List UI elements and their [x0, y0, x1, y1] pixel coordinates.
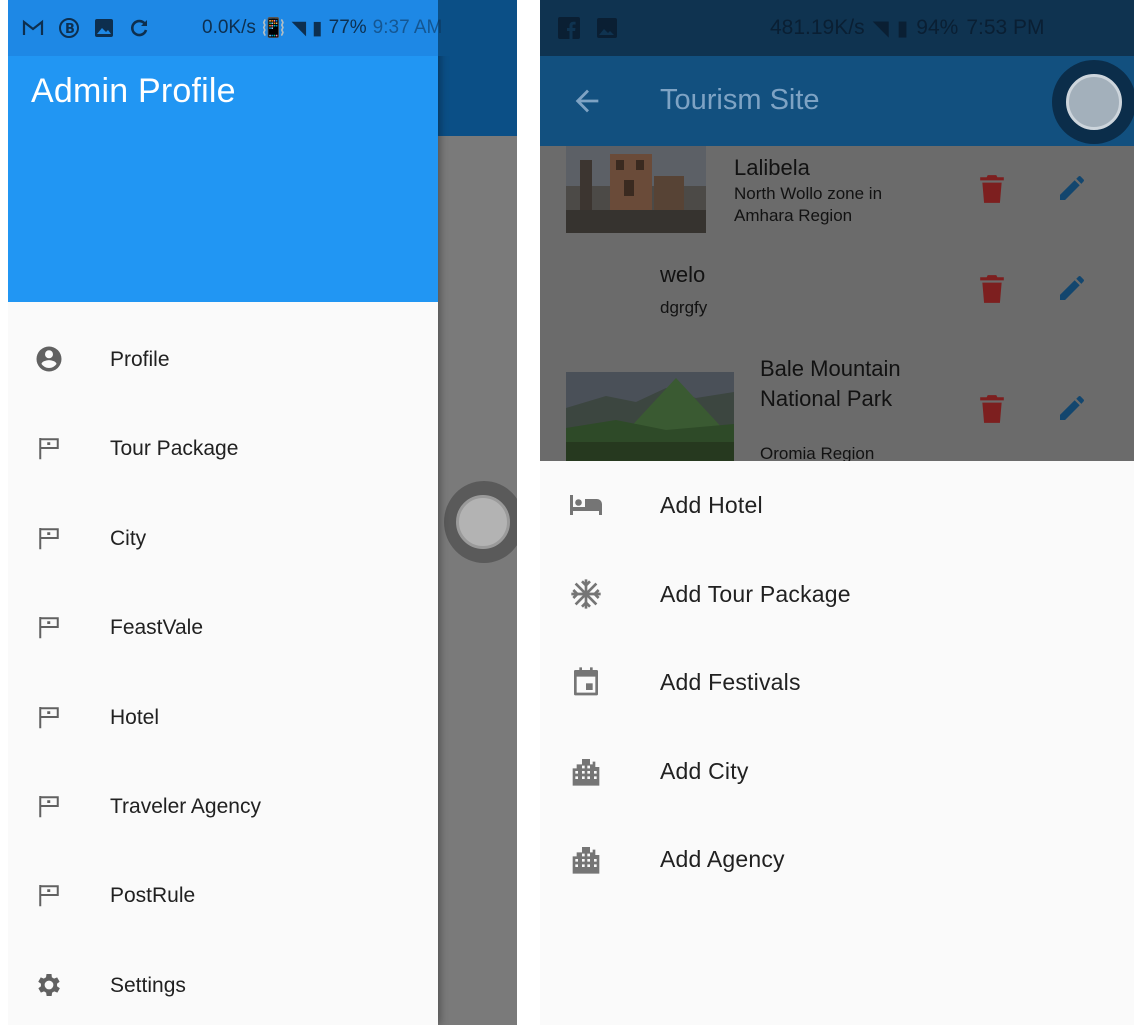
hotel-bed-icon — [570, 495, 602, 515]
add-festivals-item[interactable]: Add Festivals — [540, 638, 1134, 727]
battery-level: 94% — [916, 16, 959, 39]
battery-level: 77% — [328, 17, 367, 38]
scrim-appbar[interactable] — [438, 56, 517, 136]
drawer-item-label: Hotel — [110, 705, 160, 729]
floating-action-button[interactable] — [1052, 60, 1134, 144]
edit-icon[interactable] — [1056, 272, 1088, 304]
network-speed: 0.0K/s — [202, 17, 256, 38]
delete-icon[interactable] — [979, 174, 1005, 204]
app-bar: Tourism Site — [540, 56, 1134, 146]
list-item[interactable]: Bale Mountain National Park Oromia Regio… — [540, 354, 1134, 461]
drawer-item-label: City — [110, 526, 147, 550]
add-city-item[interactable]: Add City — [540, 727, 1134, 816]
vibrate-icon: 📳 — [261, 18, 286, 39]
clock: 7:53 PM — [966, 16, 1045, 39]
list-item[interactable]: welo dgrgfy — [540, 244, 1134, 354]
status-bar: 481.19K/s ◥ ▮ 94% 7:53 PM — [540, 0, 1134, 56]
sheet-item-label: Add Festivals — [660, 669, 801, 696]
add-hotel-item[interactable]: Add Hotel — [540, 461, 1134, 550]
snowflake-icon — [571, 578, 601, 609]
sheet-item-label: Add Hotel — [660, 492, 763, 518]
flag-icon — [39, 706, 59, 728]
drawer-item-label: Settings — [110, 973, 186, 997]
app-b-icon: B — [59, 18, 79, 38]
svg-text:B: B — [65, 22, 75, 37]
city-building-icon — [572, 847, 600, 875]
site-subtitle: dgrgfy — [660, 298, 708, 317]
sheet-item-label: Add Tour Package — [660, 580, 851, 607]
clock: 9:37 AM — [372, 17, 443, 38]
status-bar: B 0.0K/s 📳 ◥ ▮ 77% 9:37 AM — [8, 0, 517, 56]
edit-icon[interactable] — [1056, 172, 1088, 204]
sync-icon — [131, 19, 148, 37]
flag-icon — [39, 438, 59, 460]
edit-icon[interactable] — [1056, 392, 1088, 424]
facebook-icon — [558, 17, 580, 39]
image-icon — [597, 18, 617, 38]
flag-icon — [39, 795, 59, 818]
drawer-item-label: Tour Package — [110, 437, 239, 461]
drawer-item-label: Profile — [110, 348, 170, 371]
drawer-list: Profile Tour Package City FeastVale Hote… — [8, 316, 438, 1025]
status-bar-bg-scrim — [438, 0, 517, 56]
flag-icon — [39, 527, 59, 550]
flag-icon — [39, 885, 59, 907]
status-info: 0.0K/s 📳 ◥ ▮ 77% 9:37 AM — [202, 14, 442, 42]
fab-inner-circle — [456, 495, 510, 549]
add-agency-item[interactable]: Add Agency — [540, 815, 1134, 904]
signal-icon: ▮ — [896, 16, 909, 40]
status-info: 481.19K/s ◥ ▮ 94% 7:53 PM — [770, 14, 1045, 42]
site-name: Bale Mountain National Park — [760, 356, 901, 411]
site-subtitle: Oromia Region — [760, 444, 875, 461]
page-title: Tourism Site — [660, 84, 820, 116]
fab-inner-circle — [1066, 74, 1122, 130]
drawer-item-tour-package[interactable]: Tour Package — [8, 405, 438, 494]
calendar-icon — [574, 667, 598, 696]
sheet-item-label: Add Agency — [660, 846, 785, 873]
drawer-item-label: PostRule — [110, 884, 196, 908]
notification-icons: B — [22, 14, 150, 42]
notification-icons — [558, 14, 618, 42]
drawer-item-settings[interactable]: Settings — [8, 942, 438, 1025]
bottom-sheet: Add Hotel Add Tour Package Add Festivals… — [540, 461, 1134, 1025]
drawer-item-traveler-agency[interactable]: Traveler Agency — [8, 763, 438, 852]
left-screen: Admin Profile Profile Tour Package City … — [8, 0, 517, 1025]
site-name: Lalibela — [734, 155, 810, 180]
navigation-drawer: Admin Profile Profile Tour Package City … — [8, 0, 438, 1025]
drawer-item-label: Traveler Agency — [110, 794, 261, 818]
site-thumbnail — [566, 146, 706, 233]
city-building-icon — [572, 758, 600, 786]
gmail-icon — [22, 19, 44, 35]
wifi-icon: ◥ — [291, 17, 307, 39]
site-thumbnail — [566, 372, 734, 461]
list-item[interactable]: Lalibela North Wollo zone in Amhara Regi… — [540, 146, 1134, 244]
drawer-item-label: FeastVale — [110, 616, 203, 640]
wifi-icon: ◥ — [872, 16, 889, 40]
account-circle-icon — [36, 346, 62, 372]
drawer-item-postrule[interactable]: PostRule — [8, 852, 438, 941]
sheet-item-label: Add City — [660, 757, 749, 784]
drawer-item-hotel[interactable]: Hotel — [8, 674, 438, 763]
image-icon — [95, 19, 113, 37]
scrim-overlay[interactable] — [438, 136, 517, 1025]
network-speed: 481.19K/s — [770, 16, 865, 39]
site-subtitle: North Wollo zone in Amhara Region — [734, 184, 883, 225]
drawer-item-profile[interactable]: Profile — [8, 316, 438, 405]
gear-icon — [38, 973, 60, 996]
back-arrow-icon[interactable] — [570, 84, 604, 118]
right-screen: 481.19K/s ◥ ▮ 94% 7:53 PM Tourism Site L… — [540, 0, 1134, 1025]
site-list: Lalibela North Wollo zone in Amhara Regi… — [540, 146, 1134, 461]
site-name: welo — [660, 262, 706, 287]
drawer-item-feastvale[interactable]: FeastVale — [8, 584, 438, 673]
floating-action-button[interactable] — [444, 481, 517, 563]
drawer-item-city[interactable]: City — [8, 495, 438, 584]
drawer-title: Admin Profile — [31, 72, 236, 110]
add-tour-package-item[interactable]: Add Tour Package — [540, 550, 1134, 639]
delete-icon[interactable] — [979, 274, 1005, 304]
signal-icon: ▮ — [312, 17, 323, 39]
delete-icon[interactable] — [979, 394, 1005, 424]
flag-icon — [39, 617, 59, 639]
